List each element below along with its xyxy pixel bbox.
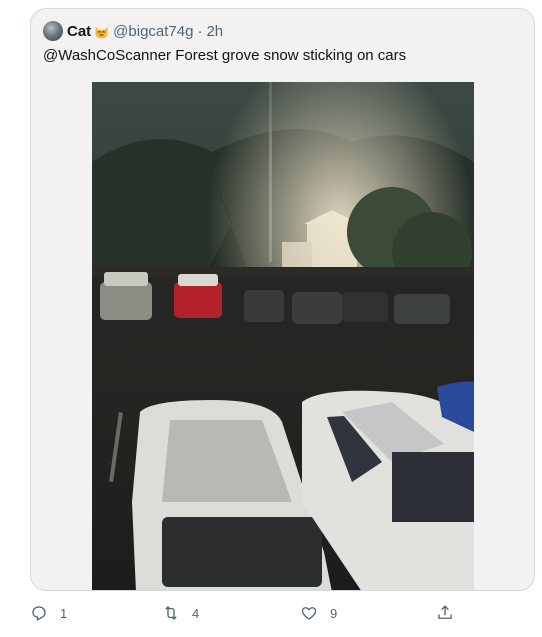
avatar[interactable] [43, 21, 63, 41]
share-button[interactable] [436, 604, 466, 622]
author-handle[interactable]: @bigcat74g [113, 23, 193, 40]
author-display-name[interactable]: Cat [67, 23, 91, 40]
quoted-tweet-card[interactable]: Cat @bigcat74g · 2h @WashCoScanner Fores… [30, 8, 535, 591]
retweet-count: 4 [192, 605, 200, 621]
reply-icon [32, 606, 46, 621]
smiling-cat-face-icon [93, 23, 110, 40]
retweet-button[interactable]: 4 [162, 604, 199, 622]
tweet-photo[interactable] [92, 82, 474, 590]
heart-icon [301, 607, 317, 620]
reply-count: 1 [60, 605, 68, 621]
retweet-icon [165, 606, 177, 620]
like-count: 9 [330, 605, 338, 621]
share-upload-icon [438, 605, 452, 619]
tweet-action-bar: 1 4 9 [0, 600, 542, 630]
separator-dot: · [197, 22, 203, 40]
photo-snow-covered-cars-icon [92, 82, 474, 590]
tweet-header: Cat @bigcat74g · 2h [43, 20, 223, 42]
tweet-timestamp[interactable]: 2h [206, 23, 223, 40]
like-button[interactable]: 9 [300, 604, 337, 622]
tweet-page: Cat @bigcat74g · 2h @WashCoScanner Fores… [0, 0, 542, 637]
tweet-text: @WashCoScanner Forest grove snow stickin… [43, 47, 407, 64]
reply-button[interactable]: 1 [30, 604, 67, 622]
